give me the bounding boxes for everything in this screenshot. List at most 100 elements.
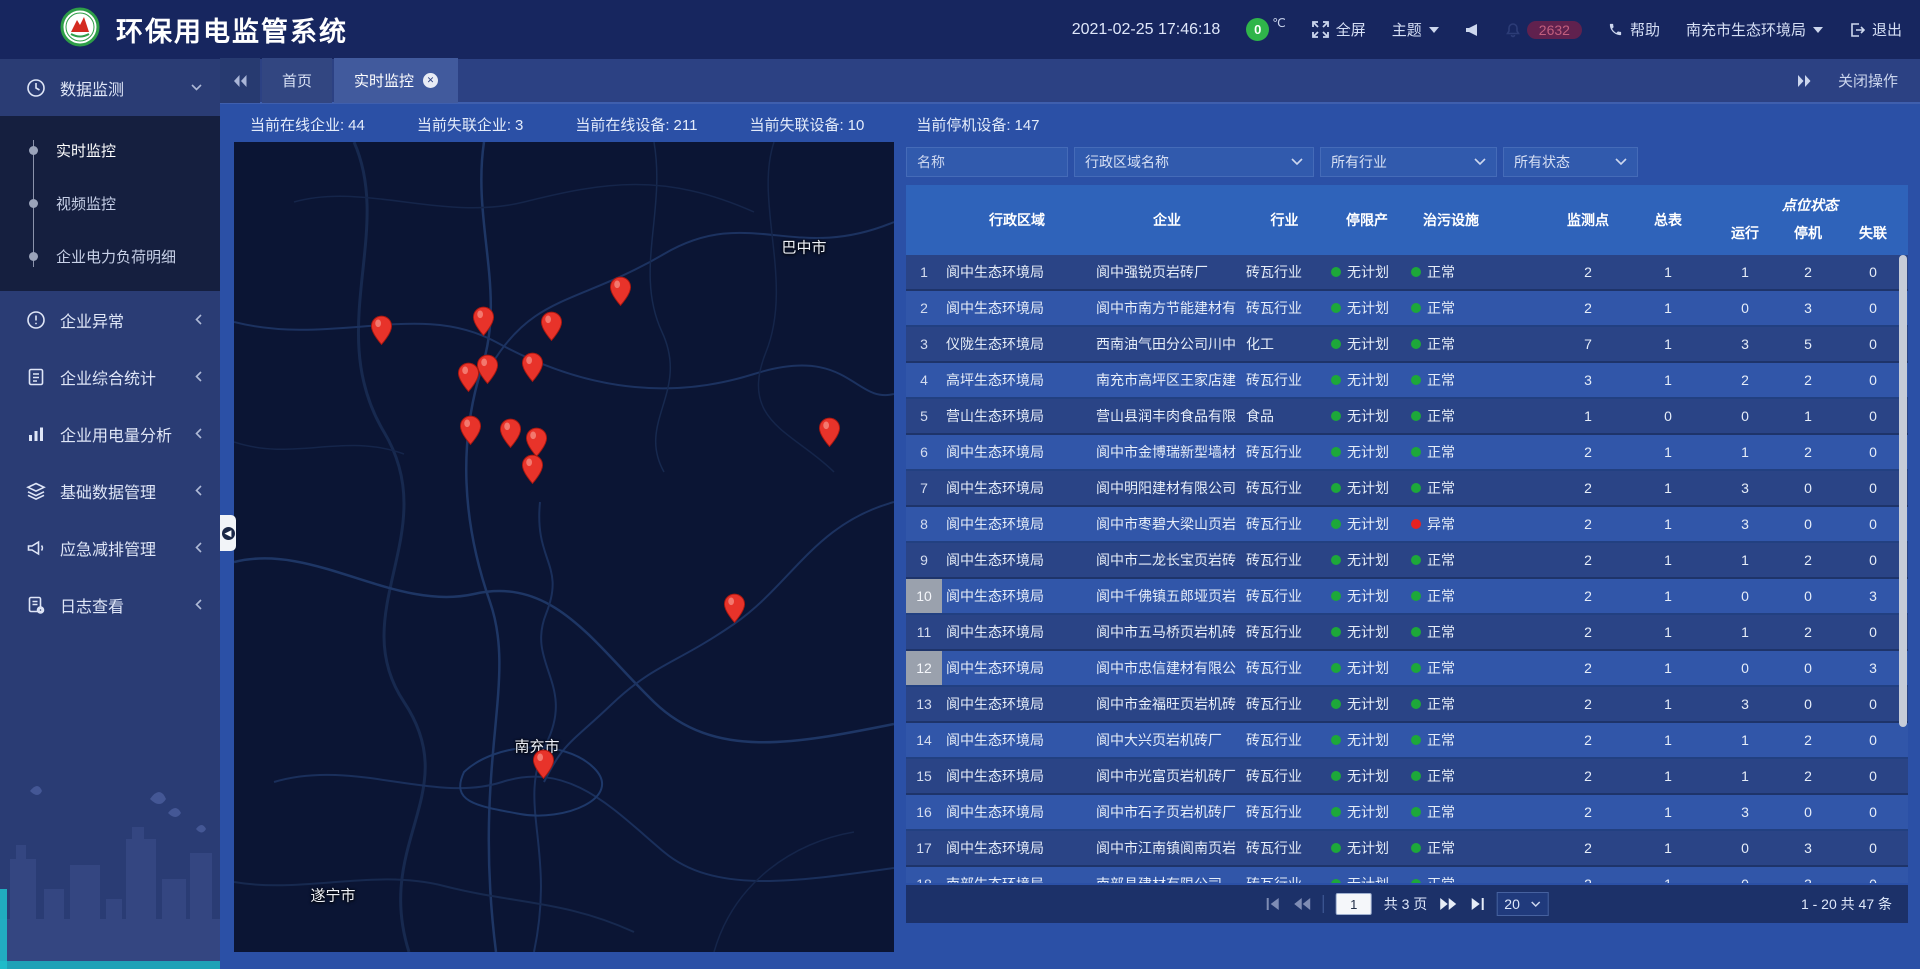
tab-realtime-monitor[interactable]: 实时监控 ✕	[334, 58, 458, 103]
cell-meter: 1	[1624, 543, 1712, 577]
sidebar-item-company-statistics[interactable]: 企业综合统计	[0, 348, 220, 405]
first-page-button[interactable]	[1266, 898, 1282, 910]
theme-dropdown[interactable]: 主题	[1392, 19, 1439, 40]
table-row[interactable]: 3仪陇生态环境局西南油气田分公司川中化工无计划正常71350	[906, 327, 1908, 363]
status-filter-select[interactable]: 所有状态	[1503, 147, 1638, 177]
table-row[interactable]: 11阆中生态环境局阆中市五马桥页岩机砖砖瓦行业无计划正常21120	[906, 615, 1908, 651]
cell-lost: 3	[1838, 579, 1908, 613]
map-pin-icon[interactable]	[540, 311, 563, 342]
industry-filter-select[interactable]: 所有行业	[1320, 147, 1497, 177]
cell-stop-status: 无计划	[1327, 363, 1407, 397]
double-chevron-right-icon[interactable]	[1798, 75, 1812, 87]
last-page-button[interactable]	[1468, 898, 1484, 910]
fullscreen-button[interactable]: 全屏	[1312, 19, 1366, 40]
sidebar-subitem-realtime-monitor[interactable]: 实时监控	[0, 124, 220, 177]
col-lost: 失联	[1838, 217, 1908, 255]
table-row[interactable]: 1阆中生态环境局阆中强锐页岩砖厂砖瓦行业无计划正常21120	[906, 255, 1908, 291]
close-icon[interactable]: ✕	[423, 73, 438, 88]
tab-scroll-left-button[interactable]	[220, 58, 260, 103]
map-pin-icon[interactable]	[521, 454, 544, 485]
sidebar-subitem-power-load-detail[interactable]: 企业电力负荷明细	[0, 230, 220, 283]
table-row[interactable]: 14阆中生态环境局阆中大兴页岩机砖厂砖瓦行业无计划正常21120	[906, 723, 1908, 759]
status-dot-icon	[1411, 591, 1421, 601]
pagination-bar: 共 3 页 20 1 - 20 共 47 条	[906, 885, 1908, 923]
name-filter-input[interactable]	[917, 154, 1057, 170]
mute-icon[interactable]	[1465, 23, 1479, 37]
table-row[interactable]: 2阆中生态环境局阆中市南方节能建材有砖瓦行业无计划正常21030	[906, 291, 1908, 327]
map-pin-icon[interactable]	[521, 352, 544, 383]
table-row[interactable]: 13阆中生态环境局阆中市金福旺页岩机砖砖瓦行业无计划正常21300	[906, 687, 1908, 723]
sidebar-item-power-analysis[interactable]: 企业用电量分析	[0, 405, 220, 462]
chevron-down-icon	[1429, 27, 1439, 33]
cell-spacer	[1495, 831, 1552, 865]
map-pin-icon[interactable]	[499, 418, 522, 449]
next-page-button[interactable]	[1439, 898, 1456, 910]
map-pin-icon[interactable]	[459, 415, 482, 446]
table-row[interactable]: 17阆中生态环境局阆中市江南镇阆南页岩砖瓦行业无计划正常21030	[906, 831, 1908, 867]
status-dot-icon	[1331, 339, 1341, 349]
close-operations-button[interactable]: 关闭操作	[1838, 70, 1898, 91]
table-row[interactable]: 9阆中生态环境局阆中市二龙长宝页岩砖砖瓦行业无计划正常21120	[906, 543, 1908, 579]
sidebar-subitem-video-monitor[interactable]: 视频监控	[0, 177, 220, 230]
table-row[interactable]: 8阆中生态环境局阆中市枣碧大梁山页岩砖瓦行业无计划异常21300	[906, 507, 1908, 543]
map-pin-icon[interactable]	[370, 315, 393, 346]
sidebar-item-emergency-reduction[interactable]: 应急减排管理	[0, 519, 220, 576]
table-row[interactable]: 4高坪生态环境局南充市高坪区王家店建砖瓦行业无计划正常31220	[906, 363, 1908, 399]
table-row[interactable]: 6阆中生态环境局阆中市金博瑞新型墙材砖瓦行业无计划正常21120	[906, 435, 1908, 471]
col-region: 行政区域	[942, 185, 1092, 255]
map-pin-icon[interactable]	[723, 593, 746, 624]
col-facility: 治污设施	[1407, 185, 1495, 255]
stat-offline-companies: 当前失联企业:3	[417, 114, 524, 135]
map[interactable]: 巴中市南充市遂宁市	[234, 142, 894, 952]
region-filter-select[interactable]: 行政区域名称	[1074, 147, 1314, 177]
status-dot-icon	[1411, 771, 1421, 781]
org-dropdown[interactable]: 南充市生态环境局	[1686, 19, 1823, 40]
cell-industry: 砖瓦行业	[1242, 687, 1327, 721]
sidebar-item-log-view[interactable]: 日志查看	[0, 576, 220, 633]
cell-halted: 5	[1778, 327, 1838, 361]
sidebar-item-base-data[interactable]: 基础数据管理	[0, 462, 220, 519]
log-doc-icon	[26, 595, 46, 615]
sidebar-item-company-abnormal[interactable]: 企业异常	[0, 291, 220, 348]
map-pin-icon[interactable]	[818, 417, 841, 448]
map-city-label: 遂宁市	[310, 885, 355, 906]
alerts[interactable]: 2632	[1505, 21, 1582, 39]
col-meter: 总表	[1624, 185, 1712, 255]
table-row[interactable]: 18南部生态环境局南部县建材有限公司砖瓦行业无计划正常21030	[906, 867, 1908, 883]
map-pin-icon[interactable]	[476, 354, 499, 385]
table-row[interactable]: 16阆中生态环境局阆中市石子页岩机砖厂砖瓦行业无计划正常21300	[906, 795, 1908, 831]
tab-home[interactable]: 首页	[262, 58, 332, 103]
status-dot-icon	[1331, 591, 1341, 601]
table-row[interactable]: 15阆中生态环境局阆中市光富页岩机砖厂砖瓦行业无计划正常21120	[906, 759, 1908, 795]
logout-button[interactable]: 退出	[1849, 19, 1902, 40]
cell-points: 2	[1552, 291, 1624, 325]
table-row[interactable]: 7阆中生态环境局阆中明阳建材有限公司砖瓦行业无计划正常21300	[906, 471, 1908, 507]
cell-lost: 0	[1838, 543, 1908, 577]
sidebar-submenu: 实时监控 视频监控 企业电力负荷明细	[0, 116, 220, 291]
status-dot-icon	[1411, 627, 1421, 637]
col-points: 监测点	[1552, 185, 1624, 255]
page-number-input[interactable]	[1336, 893, 1372, 915]
app-logo-icon	[60, 7, 100, 52]
sidebar-collapse-handle[interactable]: ◀	[220, 515, 236, 551]
help-button[interactable]: 帮助	[1608, 19, 1660, 40]
map-pin-icon[interactable]	[609, 276, 632, 307]
table-row[interactable]: 5营山生态环境局营山县润丰肉食品有限食品无计划正常10010	[906, 399, 1908, 435]
cell-spacer	[1495, 759, 1552, 793]
col-spacer	[1495, 185, 1552, 255]
table-scrollbar[interactable]	[1899, 255, 1907, 727]
table-row[interactable]: 12阆中生态环境局阆中市忠信建材有限公砖瓦行业无计划正常21003	[906, 651, 1908, 687]
sidebar-item-data-monitoring[interactable]: 数据监测	[0, 59, 220, 116]
page-size-select[interactable]: 20	[1496, 892, 1548, 916]
cell-lost: 0	[1838, 615, 1908, 649]
table-row[interactable]: 10阆中生态环境局阆中千佛镇五郎垭页岩砖瓦行业无计划正常21003	[906, 579, 1908, 615]
cell-lost: 0	[1838, 723, 1908, 757]
cell-stop-status: 无计划	[1327, 471, 1407, 505]
map-pin-icon[interactable]	[472, 306, 495, 337]
double-chevron-left-icon	[233, 75, 247, 87]
cell-running: 0	[1712, 291, 1778, 325]
status-dot-icon	[1331, 699, 1341, 709]
map-pin-icon[interactable]	[532, 749, 555, 780]
prev-page-button[interactable]	[1294, 898, 1311, 910]
cell-lost: 0	[1838, 759, 1908, 793]
